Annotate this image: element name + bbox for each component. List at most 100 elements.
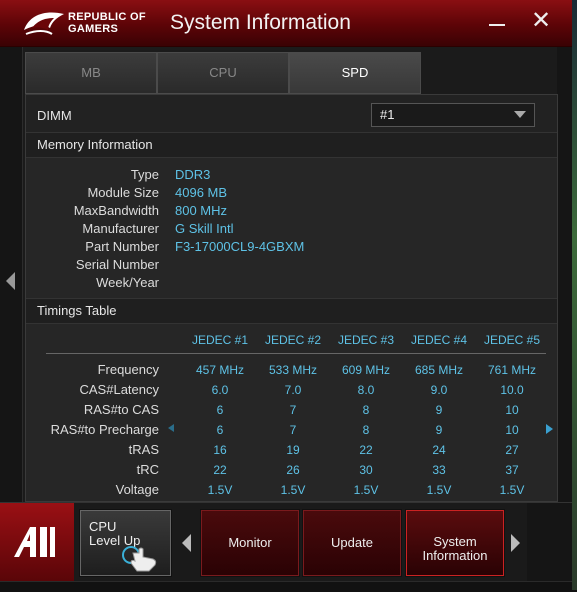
dock-bottom-strip (0, 581, 572, 592)
timings-table: JEDEC #1 JEDEC #2 JEDEC #3 JEDEC #4 JEDE… (26, 325, 557, 497)
close-icon: ✕ (530, 7, 552, 34)
dimm-selected-value: #1 (380, 107, 395, 122)
ai-suite-logo[interactable] (0, 503, 74, 581)
info-value: F3-17000CL9-4GBXM (175, 239, 305, 254)
table-cell: 1.5V (499, 483, 525, 497)
column-header: JEDEC #2 (264, 333, 322, 347)
table-cell: 9.0 (430, 383, 448, 397)
tab-cpu[interactable]: CPU (157, 52, 289, 94)
column-header: JEDEC #3 (337, 333, 395, 347)
table-cell: 37 (505, 463, 519, 477)
table-cell: 10 (505, 423, 519, 437)
table-cell: 7 (289, 403, 297, 417)
tab-bar: MB CPU SPD (25, 52, 555, 94)
info-key: Week/Year (96, 275, 159, 290)
brand-text: REPUBLIC OF GAMERS (68, 11, 146, 35)
touch-hand-icon (122, 546, 157, 572)
table-cell: 6 (216, 403, 224, 417)
dock-right-pad (527, 503, 572, 581)
table-cell: 10.0 (500, 383, 524, 397)
dimm-dropdown[interactable]: #1 (371, 103, 535, 127)
spd-panel: DIMM #1 Memory Information Type DDR3 Mod… (25, 94, 558, 502)
info-key: MaxBandwidth (73, 203, 159, 218)
info-row-serial-number: Serial Number (26, 257, 557, 275)
update-label: Update (331, 535, 373, 550)
scroll-right-icon[interactable] (546, 424, 553, 434)
update-button[interactable]: Update (302, 509, 402, 577)
dimm-label: DIMM (37, 108, 72, 123)
info-key: Manufacturer (82, 221, 159, 236)
table-cell: 609 MHz (341, 363, 391, 377)
info-key: Part Number (85, 239, 159, 254)
table-cell: 26 (286, 463, 300, 477)
memory-info-header: Memory Information (26, 132, 557, 158)
brand-line-1: REPUBLIC OF (68, 11, 146, 23)
monitor-label: Monitor (228, 535, 272, 550)
table-cell: 16 (213, 443, 227, 457)
table-cell: 24 (432, 443, 446, 457)
dimm-row: DIMM #1 (26, 95, 557, 132)
table-cell: 457 MHz (195, 363, 245, 377)
table-cell: 27 (505, 443, 519, 457)
title-bar: REPUBLIC OF GAMERS System Information ✕ (0, 0, 572, 47)
row-label: Voltage (115, 482, 159, 497)
table-cell: 8 (362, 403, 370, 417)
tab-spd[interactable]: SPD (289, 52, 421, 94)
memory-info-title: Memory Information (37, 137, 153, 152)
table-cell: 33 (432, 463, 446, 477)
chevron-down-icon (514, 111, 526, 118)
table-cell: 533 MHz (268, 363, 318, 377)
column-header: JEDEC #1 (191, 333, 249, 347)
dock-prev-arrow-icon[interactable] (182, 534, 191, 552)
table-cell: 6.0 (211, 383, 229, 397)
column-header: JEDEC #5 (483, 333, 541, 347)
cpu-level-up-button[interactable]: CPU Level Up (79, 509, 172, 577)
info-row-type: Type DDR3 (26, 167, 557, 185)
system-information-button[interactable]: System Information (405, 509, 505, 577)
table-cell: 22 (359, 443, 373, 457)
scroll-left-icon[interactable] (168, 424, 174, 432)
table-cell: 9 (435, 403, 443, 417)
ai-suite-logo-icon (14, 527, 55, 557)
collapse-arrow-icon[interactable] (6, 272, 15, 290)
timings-table-title: Timings Table (37, 303, 117, 318)
app-window: REPUBLIC OF GAMERS System Information ✕ … (0, 0, 573, 592)
tab-mb[interactable]: MB (25, 52, 157, 94)
minimize-icon (489, 24, 505, 26)
info-row-week-year: Week/Year (26, 275, 557, 293)
row-label: tRAS (128, 442, 159, 457)
info-key: Serial Number (75, 257, 159, 272)
monitor-button[interactable]: Monitor (200, 509, 300, 577)
row-label: RAS#to Precharge (50, 422, 159, 437)
table-cell: 7.0 (284, 383, 302, 397)
table-cell: 1.5V (353, 483, 379, 497)
bottom-dock: CPU Level Up Monitor Update System Infor… (0, 502, 572, 592)
table-cell: 1.5V (280, 483, 306, 497)
row-label: RAS#to CAS (83, 402, 159, 417)
table-cell: 22 (213, 463, 227, 477)
system-information-label: System Information (422, 534, 488, 563)
desktop-background-edge (572, 0, 577, 590)
header-divider (46, 353, 546, 354)
window-title: System Information (170, 11, 351, 34)
table-cell: 19 (286, 443, 300, 457)
table-cell: 1.5V (207, 483, 233, 497)
table-cell: 6 (216, 423, 224, 437)
info-row-max-bandwidth: MaxBandwidth 800 MHz (26, 203, 557, 221)
brand-line-2: GAMERS (68, 23, 119, 35)
info-row-module-size: Module Size 4096 MB (26, 185, 557, 203)
close-button[interactable]: ✕ (528, 9, 554, 35)
info-value: DDR3 (175, 167, 211, 182)
dock-next-arrow-icon[interactable] (511, 534, 520, 552)
table-cell: 761 MHz (487, 363, 537, 377)
table-cell: 8 (362, 423, 370, 437)
right-rail (557, 47, 572, 502)
info-value: 4096 MB (175, 185, 228, 200)
row-label: tRC (136, 462, 159, 477)
info-row-manufacturer: Manufacturer G Skill Intl (26, 221, 557, 239)
table-cell: 8.0 (357, 383, 375, 397)
table-cell: 1.5V (426, 483, 452, 497)
row-label: Frequency (97, 362, 159, 377)
left-rail (0, 47, 23, 502)
minimize-button[interactable] (484, 9, 510, 35)
